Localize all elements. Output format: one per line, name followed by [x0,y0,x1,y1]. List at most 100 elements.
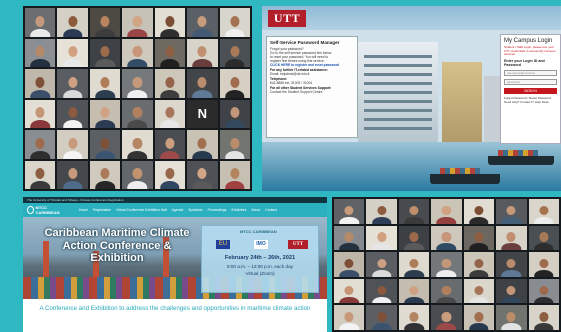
participant-video-tile[interactable] [496,278,527,304]
participant-video-tile[interactable] [25,99,56,128]
participant-video-tile[interactable] [25,69,56,98]
password-manager-title: Self-Service Password Manager [270,40,340,45]
participant-video-tile[interactable] [25,130,56,159]
participant-video-tile[interactable] [366,252,397,277]
participant-video-tile[interactable] [398,199,430,224]
participant-video-tile[interactable] [57,130,88,159]
participant-video-tile[interactable] [89,130,121,159]
participant-video-tile[interactable] [122,130,153,159]
participant-video-tile[interactable] [334,278,365,304]
participant-video-tile[interactable] [154,99,186,128]
participant-video-tile[interactable] [122,38,153,67]
participant-video-tile[interactable] [154,8,186,37]
nav-item-registration[interactable]: Registration [93,208,111,212]
participant-video-tile[interactable] [398,278,430,304]
participant-body [192,28,213,37]
participant-video-tile[interactable] [463,252,495,277]
nav-item-about[interactable]: About [251,208,260,212]
participant-video-tile[interactable] [334,225,365,251]
participant-video-tile[interactable] [25,8,56,37]
participant-video-tile[interactable] [366,278,397,304]
participant-video-tile[interactable] [366,305,397,330]
participant-video-tile[interactable] [496,305,527,330]
participant-video-tile[interactable] [366,225,397,251]
participant-face [230,46,240,58]
username-field[interactable]: username@utt.edu.tt [504,69,557,76]
participant-video-tile[interactable] [431,252,462,277]
participant-video-tile[interactable] [528,278,559,304]
participant-video-tile[interactable] [463,278,495,304]
participant-video-tile[interactable] [463,305,495,330]
mtcc-logo[interactable]: MTCC CARIBBEAN [27,205,63,215]
participant-video-tile[interactable] [25,160,56,189]
participant-video-tile[interactable] [219,160,250,189]
participant-video-tile[interactable] [57,69,88,98]
participant-video-tile[interactable] [122,69,153,98]
nav-item-proceedings[interactable]: Proceedings [208,208,227,212]
participant-video-tile[interactable] [334,305,365,330]
participant-video-tile[interactable] [89,99,121,128]
nav-item-contact[interactable]: Contact [265,208,277,212]
participant-video-tile[interactable] [431,278,462,304]
participant-video-tile[interactable] [431,225,462,251]
participant-video-tile[interactable] [463,199,495,224]
participant-video-tile[interactable] [57,99,88,128]
participant-video-tile[interactable] [154,130,186,159]
participant-video-tile[interactable] [187,130,218,159]
nav-item-home[interactable]: Home [79,208,88,212]
participant-face [441,259,452,269]
event-dates: February 24th – 26th, 2021 [224,255,296,261]
participant-video-tile[interactable]: N [187,99,218,128]
participant-video-tile[interactable] [496,225,527,251]
password-field[interactable]: password [504,78,557,85]
participant-face [35,46,45,58]
participant-video-tile[interactable] [334,252,365,277]
participant-video-tile[interactable] [496,252,527,277]
participant-video-tile[interactable] [219,8,250,37]
participant-video-tile[interactable] [89,8,121,37]
participant-body [127,28,148,37]
participant-video-tile[interactable] [154,160,186,189]
participant-video-tile[interactable] [154,38,186,67]
participant-video-tile[interactable] [89,160,121,189]
participant-video-tile[interactable] [496,199,527,224]
participant-video-tile[interactable] [366,199,397,224]
login-help-text[interactable]: Forgot Password / Reset Password Need he… [504,96,557,105]
participant-face [539,259,549,269]
participant-video-tile[interactable] [89,69,121,98]
reset-password-link[interactable]: CLICK HERE to register and reset passwor… [270,63,354,67]
participant-video-tile[interactable] [57,8,88,37]
participant-video-tile[interactable] [528,199,559,224]
participant-video-tile[interactable] [334,199,365,224]
participant-video-tile[interactable] [187,160,218,189]
participant-video-tile[interactable] [187,38,218,67]
participant-video-tile[interactable] [398,225,430,251]
nav-item-exhibitors[interactable]: Exhibitors [231,208,246,212]
participant-video-tile[interactable] [528,252,559,277]
participant-video-tile[interactable] [431,305,462,330]
participant-video-tile[interactable] [528,305,559,330]
participant-video-tile[interactable] [219,130,250,159]
participant-video-tile[interactable] [463,225,495,251]
participant-video-tile[interactable] [89,38,121,67]
participant-video-tile[interactable] [122,99,153,128]
participant-video-tile[interactable] [187,8,218,37]
participant-video-tile[interactable] [219,99,250,128]
participant-video-tile[interactable] [154,69,186,98]
participant-video-tile[interactable] [219,38,250,67]
participant-video-tile[interactable] [122,160,153,189]
participant-video-tile[interactable] [398,305,430,330]
participant-video-tile[interactable] [25,38,56,67]
nav-item-agenda[interactable]: Agenda [172,208,184,212]
participant-video-tile[interactable] [219,69,250,98]
participant-video-tile[interactable] [122,8,153,37]
sign-in-button[interactable]: SIGN IN [504,87,557,94]
participant-video-tile[interactable] [57,38,88,67]
nav-item-speakers[interactable]: Speakers [188,208,202,212]
participant-video-tile[interactable] [57,160,88,189]
participant-video-tile[interactable] [187,69,218,98]
participant-video-tile[interactable] [528,225,559,251]
participant-video-tile[interactable] [398,252,430,277]
participant-video-tile[interactable] [431,199,462,224]
nav-item-exhibition-hall[interactable]: Virtual Conference Exhibition Hall [116,208,166,212]
